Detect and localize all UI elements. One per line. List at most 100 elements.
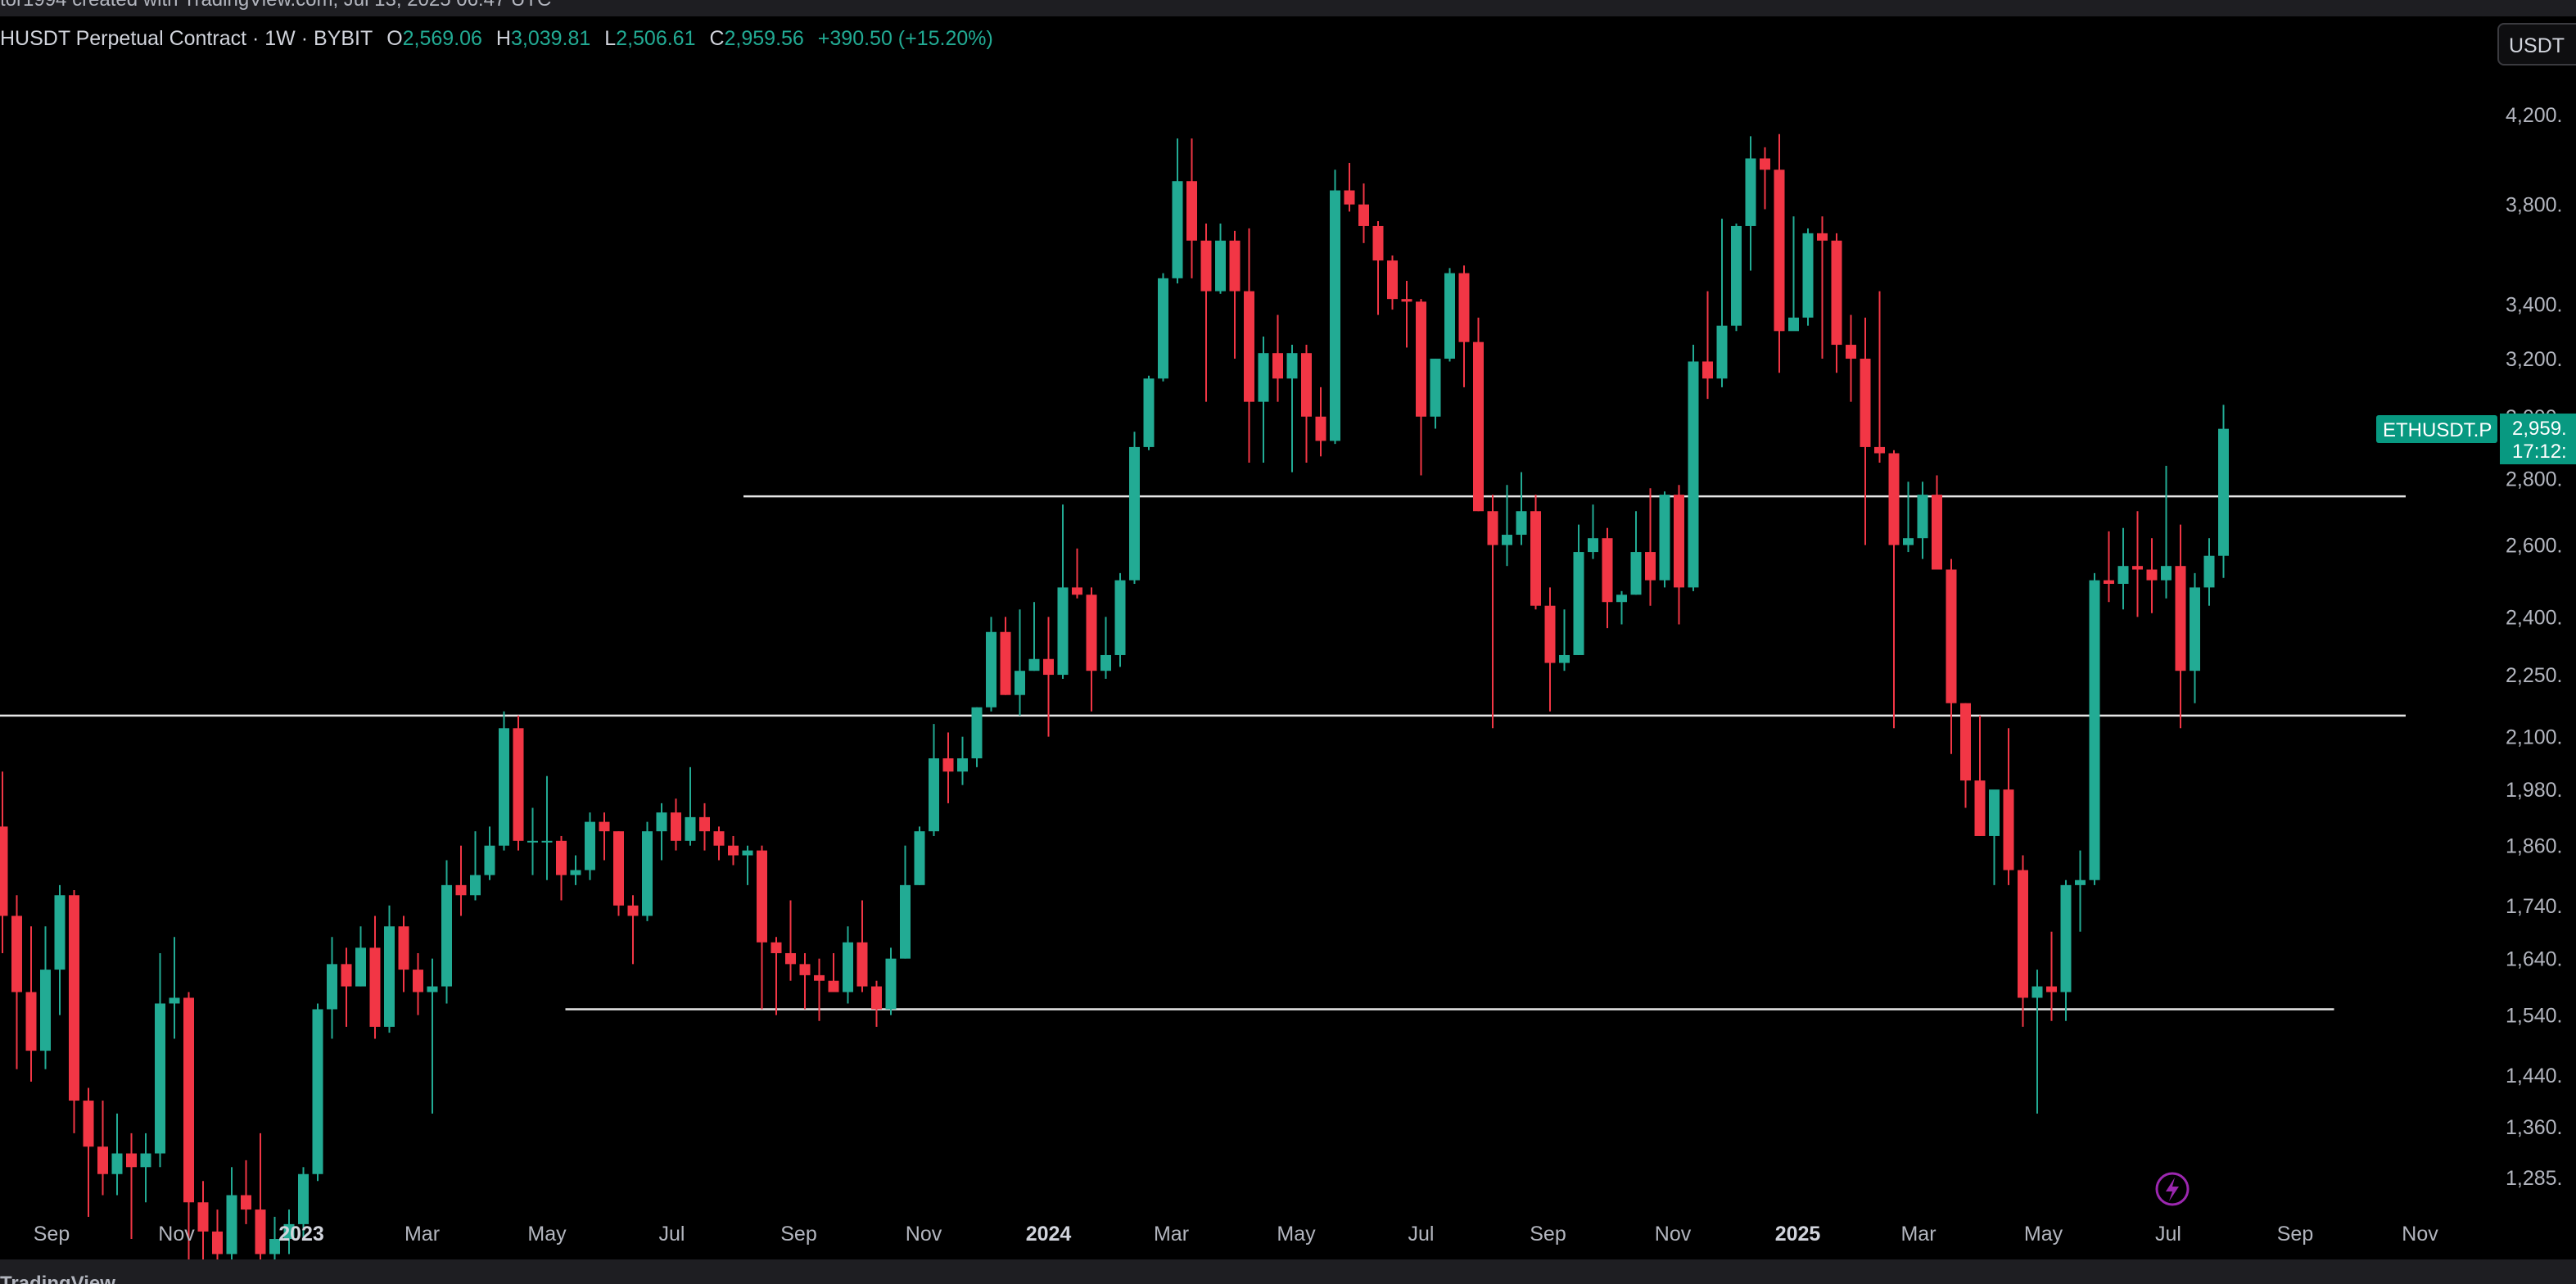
candle-body: [757, 850, 767, 943]
candle-body: [298, 1173, 309, 1224]
candle-body: [2075, 879, 2086, 885]
candle-body: [771, 942, 782, 953]
candle: [1588, 504, 1598, 559]
candle: [1544, 587, 1556, 712]
candle-body: [1802, 233, 1814, 318]
candle-body: [1888, 453, 1900, 545]
candle-body: [1272, 353, 1283, 379]
currency-button[interactable]: USDT: [2497, 23, 2576, 66]
price-axis-label: 3,200.: [2506, 348, 2563, 371]
candle-body: [1473, 341, 1484, 512]
candle-body: [1874, 446, 1885, 454]
candle-body: [126, 1153, 137, 1168]
price-chart[interactable]: 4,200.3,800.3,400.3,200.3,000.2,800.2,60…: [0, 0, 2576, 1284]
candle: [11, 895, 22, 1069]
candle: [1286, 345, 1298, 472]
candle: [1645, 488, 1656, 606]
candle-body: [856, 942, 868, 987]
candle-body: [914, 831, 925, 885]
candle: [1200, 224, 1212, 402]
candle: [1444, 268, 1455, 362]
candle: [1989, 789, 2000, 885]
candle: [169, 937, 180, 1039]
candle-body: [1072, 587, 1082, 595]
price-axis[interactable]: 4,200.3,800.3,400.3,200.3,000.2,800.2,60…: [2506, 104, 2563, 1190]
candle-body: [1244, 291, 1254, 402]
price-axis-label: 1,285.: [2506, 1167, 2563, 1190]
candle: [126, 1133, 137, 1240]
candle-body: [585, 821, 595, 870]
candle-body: [1444, 273, 1455, 359]
candle: [1215, 224, 1226, 294]
candle: [1114, 572, 1126, 667]
candle: [1301, 345, 1312, 463]
candle-body: [1630, 552, 1642, 595]
candle: [1372, 221, 1384, 315]
candle: [255, 1133, 266, 1270]
candle-body: [2031, 986, 2043, 998]
time-axis-label: May: [527, 1223, 567, 1246]
price-axis-label: 2,100.: [2506, 726, 2563, 749]
candle-body: [1559, 654, 1570, 663]
candle: [369, 916, 381, 1039]
candle-body: [1286, 353, 1298, 379]
lightning-icon[interactable]: [2155, 1172, 2190, 1206]
candle-body: [441, 884, 452, 987]
candle: [1616, 590, 1627, 625]
candle-body: [1716, 325, 1728, 379]
candle: [1473, 317, 1484, 512]
candle-body: [2003, 789, 2014, 870]
candle: [1043, 617, 1054, 737]
candle-body: [54, 895, 66, 970]
candle: [69, 890, 79, 1133]
time-axis[interactable]: Sep Nov 2023 Mar May Jul Sep Nov 2024 Mar May Jul Se…: [34, 1223, 2438, 1246]
candle: [1000, 617, 1011, 695]
candle: [413, 952, 423, 1015]
candle-body: [1100, 654, 1111, 671]
candle-body: [2117, 566, 2129, 584]
last-price-label: ETHUSDT.P 2,959. 17:12:: [2376, 414, 2576, 464]
candle: [900, 845, 911, 959]
candle: [799, 952, 811, 1010]
candle: [957, 736, 968, 785]
candle: [742, 845, 753, 885]
price-tag-value: 2,959.: [2512, 418, 2567, 440]
candle: [1530, 495, 1541, 610]
candle: [1229, 230, 1241, 359]
candle: [1416, 299, 1426, 476]
price-axis-label: 1,740.: [2506, 895, 2563, 918]
candle-body: [0, 826, 8, 916]
candle: [1272, 314, 1283, 402]
candle-body: [2175, 566, 2186, 671]
time-axis-label: Mar: [1900, 1223, 1936, 1246]
candle-body: [613, 831, 624, 906]
candle: [1387, 255, 1398, 310]
candle-body: [2046, 986, 2057, 992]
candle: [2117, 527, 2129, 610]
candle-body: [1200, 240, 1212, 292]
candle: [54, 884, 66, 1015]
candle-body: [541, 840, 553, 843]
time-axis-label: Nov: [2402, 1223, 2438, 1246]
candle: [814, 958, 825, 1021]
candle-body: [111, 1153, 123, 1174]
price-axis-label: 2,250.: [2506, 664, 2563, 687]
candle: [2203, 538, 2215, 606]
symbol-description: HUSDT Perpetual Contract · 1W · BYBIT: [0, 27, 373, 50]
candle: [140, 1133, 151, 1203]
candle-body: [2132, 566, 2143, 570]
candle-body: [1946, 569, 1957, 703]
candle: [2060, 879, 2072, 1021]
candle-body: [942, 758, 954, 772]
candle-body: [986, 631, 997, 708]
candle: [1315, 387, 1326, 457]
candle: [2190, 572, 2200, 703]
candle: [2075, 850, 2086, 932]
candle-body: [1028, 658, 1040, 671]
candle: [1702, 291, 1713, 400]
candle-body: [1846, 345, 1856, 359]
candle: [570, 855, 581, 885]
candle-body: [25, 992, 37, 1051]
candle-body: [1372, 225, 1384, 261]
candle-body: [241, 1195, 251, 1210]
